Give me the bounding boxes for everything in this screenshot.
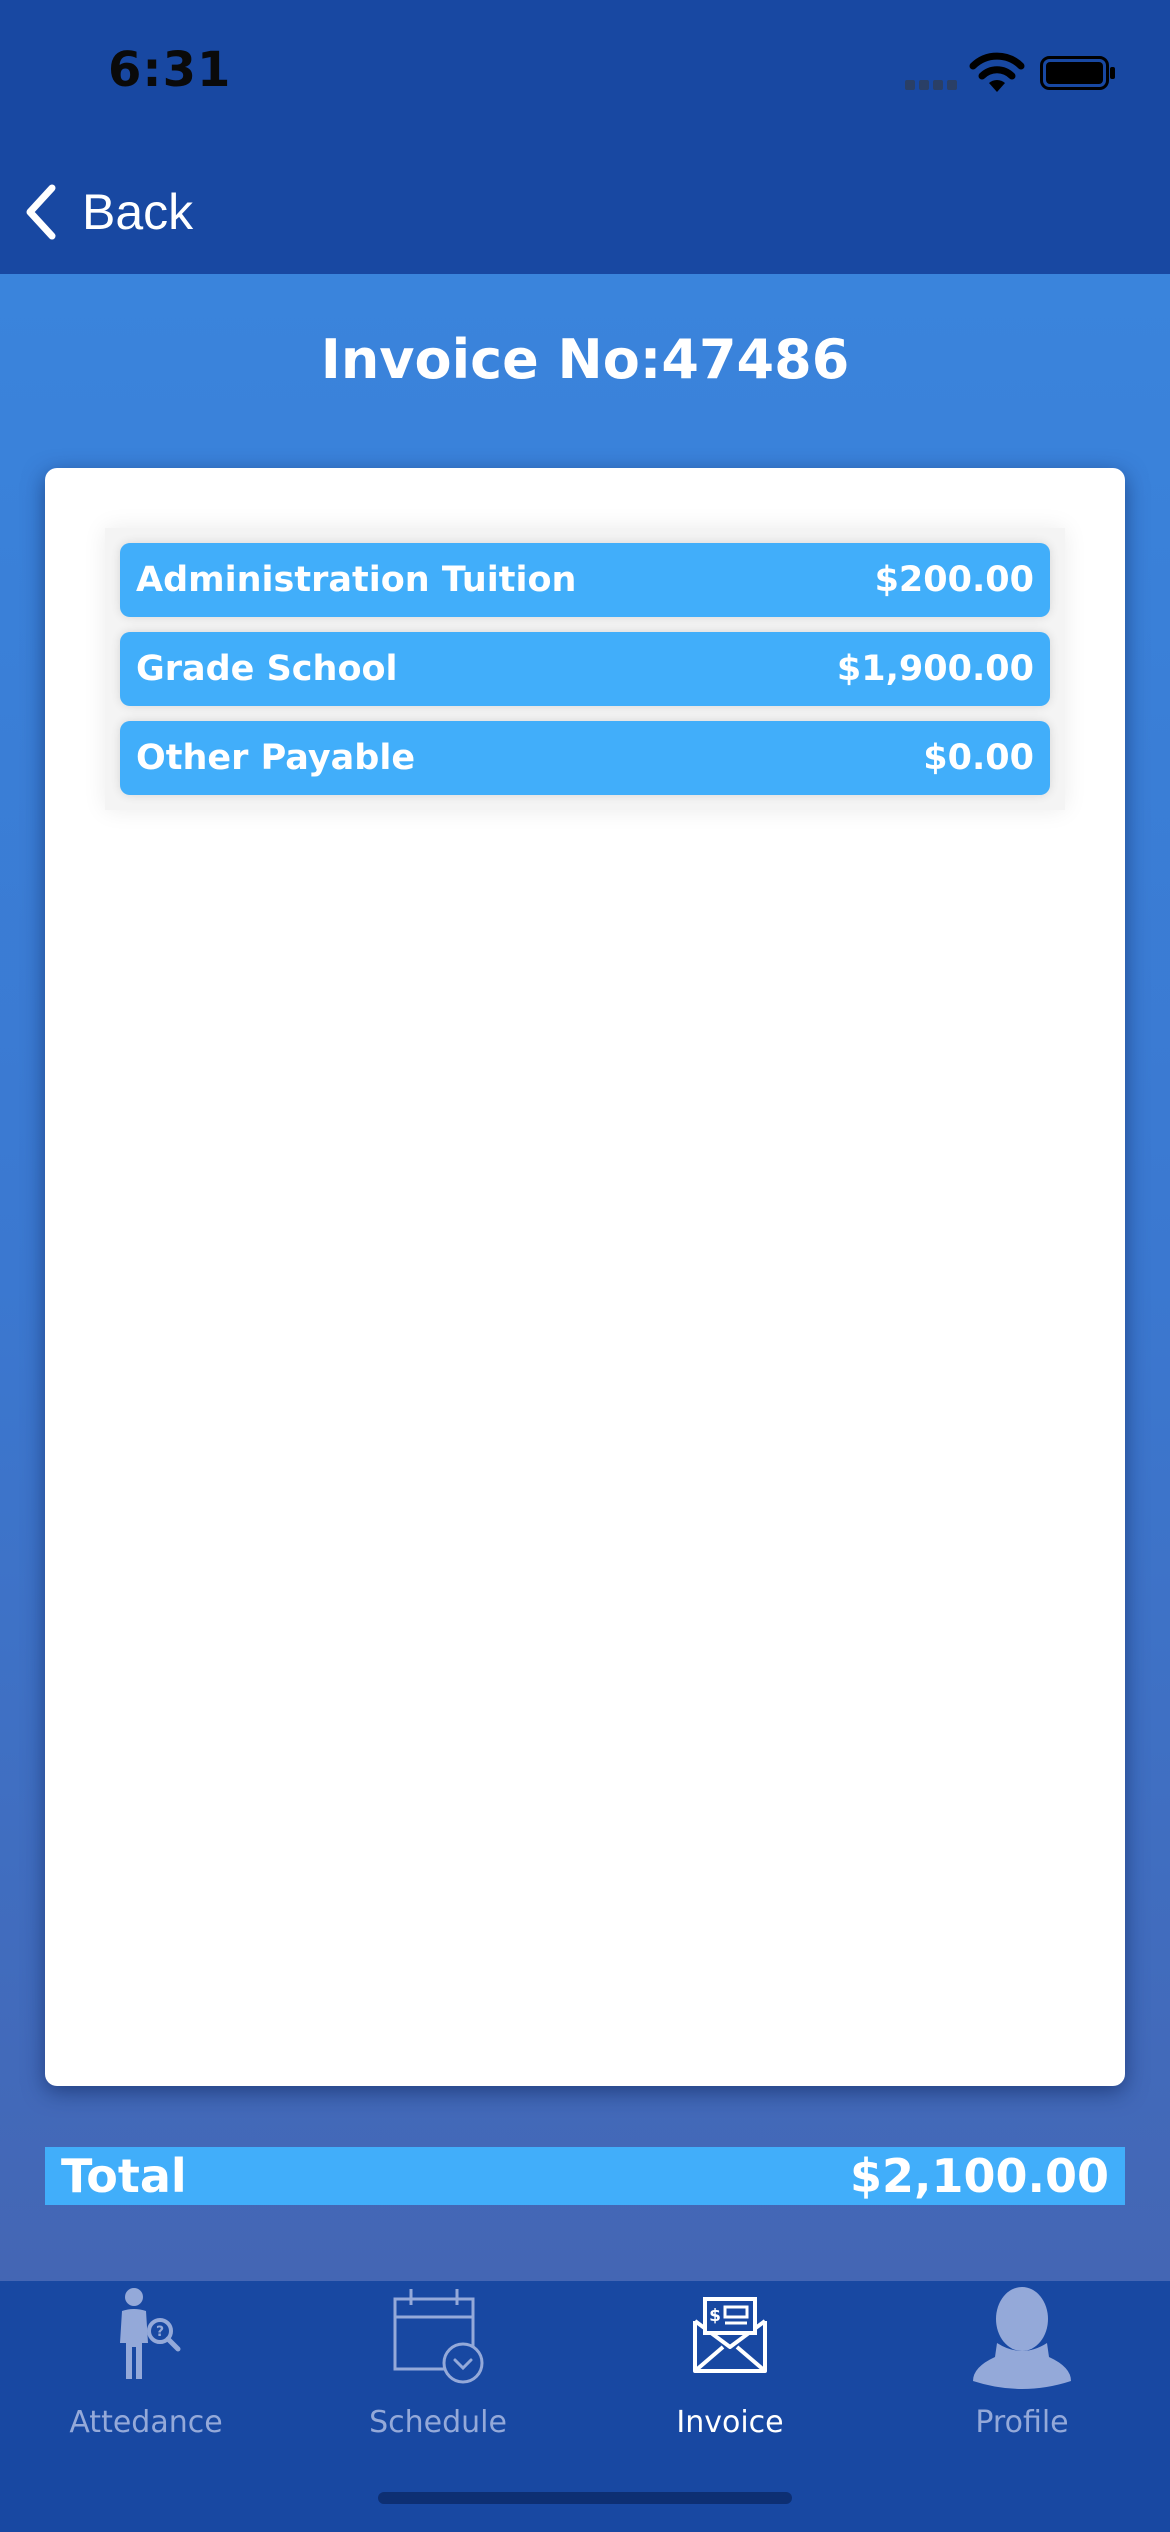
invoice-card: Administration Tuition $200.00 Grade Sch… [45,468,1125,2086]
tab-label: Profile [975,2405,1069,2440]
tab-label: Invoice [676,2405,784,2440]
svg-text:?: ? [156,2324,164,2340]
invoice-line-item[interactable]: Grade School $1,900.00 [120,632,1050,706]
tab-bar: ? Attedance Schedule $ Invoice Profile [0,2281,1170,2532]
navigation-bar: Back [0,150,1170,274]
profile-silhouette-icon [973,2287,1071,2389]
line-item-amount: $0.00 [923,738,1034,778]
tab-profile[interactable]: Profile [876,2281,1168,2451]
back-label: Back [82,184,194,240]
total-label: Total [61,2149,187,2203]
line-item-amount: $1,900.00 [836,649,1034,689]
tab-label: Schedule [369,2405,507,2440]
line-item-label: Administration Tuition [136,560,577,600]
battery-icon [1040,56,1115,90]
line-item-label: Grade School [136,649,398,689]
total-amount: $2,100.00 [850,2149,1109,2203]
page-title: Invoice No:47486 [320,328,850,391]
wifi-icon [969,52,1025,92]
chevron-left-icon [26,184,56,240]
invoice-envelope-icon: $ [693,2297,767,2373]
invoice-line-item[interactable]: Administration Tuition $200.00 [120,543,1050,617]
invoice-items-list: Administration Tuition $200.00 Grade Sch… [105,528,1065,810]
home-indicator[interactable] [378,2492,792,2504]
status-bar: 6:31 [0,0,1170,150]
tab-attendance[interactable]: ? Attedance [0,2281,292,2451]
cellular-signal-icon [905,80,959,92]
back-button[interactable]: Back [20,170,193,254]
attendance-icon: ? [120,2288,181,2379]
tab-label: Attedance [69,2405,223,2440]
status-time: 6:31 [108,42,232,98]
svg-text:$: $ [709,2306,721,2326]
calendar-clock-icon [393,2289,484,2384]
line-item-label: Other Payable [136,738,416,778]
tab-invoice[interactable]: $ Invoice [584,2281,876,2451]
invoice-line-item[interactable]: Other Payable $0.00 [120,721,1050,795]
tab-schedule[interactable]: Schedule [292,2281,584,2451]
line-item-amount: $200.00 [874,560,1034,600]
total-bar: Total $2,100.00 [45,2147,1125,2205]
